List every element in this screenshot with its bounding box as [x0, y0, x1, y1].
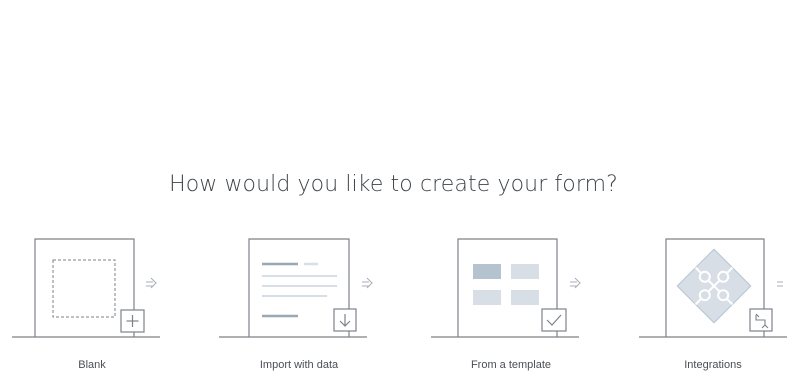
import-illustration: [219, 238, 373, 338]
template-illustration: [431, 238, 581, 338]
option-import-with-data[interactable]: Import with data: [219, 230, 379, 373]
create-options: Blank Import with data From a template I…: [0, 230, 787, 373]
arrow-hint-icon: [362, 277, 373, 289]
option-from-template[interactable]: From a template: [431, 230, 591, 373]
blank-illustration: [12, 238, 160, 338]
checkmark-icon: [541, 308, 567, 332]
page-heading: How would you like to create your form?: [169, 172, 618, 197]
option-integrations-label: Integrations: [684, 359, 742, 371]
arrow-hint-icon: [146, 277, 157, 289]
arrow-hint-icon: [777, 281, 783, 287]
option-import-label: Import with data: [259, 359, 339, 371]
option-template-label: From a template: [470, 359, 552, 371]
arrow-hint-icon: [570, 277, 581, 289]
option-integrations[interactable]: Integrations: [639, 230, 787, 373]
option-blank[interactable]: Blank: [12, 230, 172, 373]
integrations-illustration: [639, 238, 787, 338]
option-blank-label: Blank: [78, 359, 106, 371]
puzzle-icon: [676, 248, 752, 324]
